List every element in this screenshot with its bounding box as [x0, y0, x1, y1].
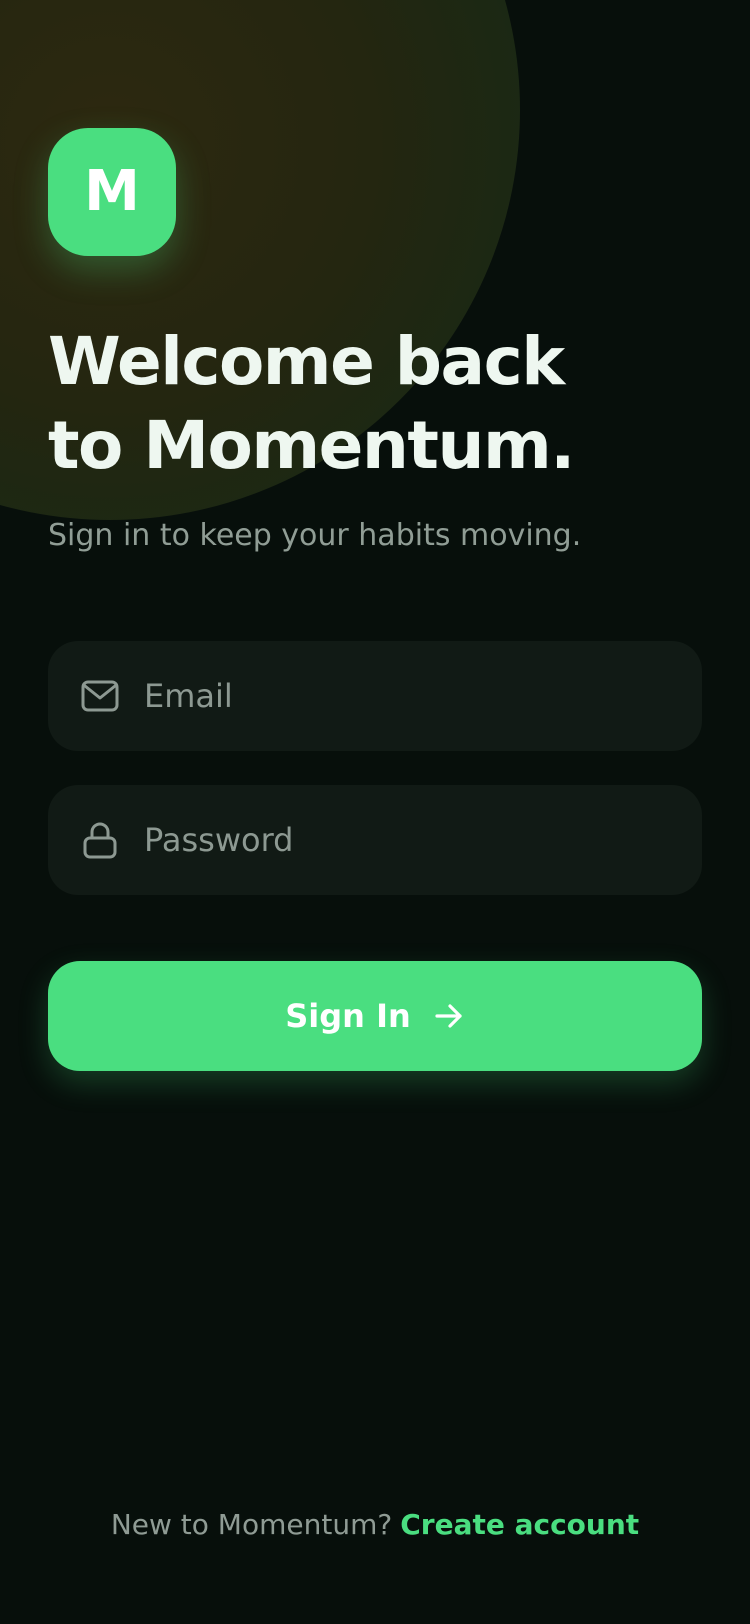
- password-input[interactable]: [144, 785, 702, 895]
- create-account-link[interactable]: Create account: [400, 1508, 639, 1541]
- email-input[interactable]: [144, 641, 702, 751]
- email-field[interactable]: [48, 641, 702, 751]
- login-screen: M Welcome back to Momentum. Sign in to k…: [0, 0, 750, 1624]
- password-field[interactable]: [48, 785, 702, 895]
- sign-in-button[interactable]: Sign In: [48, 961, 702, 1071]
- logo-letter: M: [84, 159, 140, 224]
- arrow-right-icon: [433, 1000, 465, 1032]
- mail-icon: [80, 676, 120, 716]
- page-title: Welcome back to Momentum.: [48, 320, 708, 488]
- title-line-2: to Momentum.: [48, 407, 575, 484]
- title-line-1: Welcome back: [48, 323, 565, 400]
- page-subtitle: Sign in to keep your habits moving.: [48, 518, 582, 553]
- lock-icon: [80, 820, 120, 860]
- app-logo: M: [48, 128, 176, 256]
- footer-prompt-text: New to Momentum?: [110, 1508, 393, 1541]
- sign-in-label: Sign In: [285, 997, 411, 1035]
- create-account-prompt: New to Momentum? Create account: [0, 1505, 750, 1545]
